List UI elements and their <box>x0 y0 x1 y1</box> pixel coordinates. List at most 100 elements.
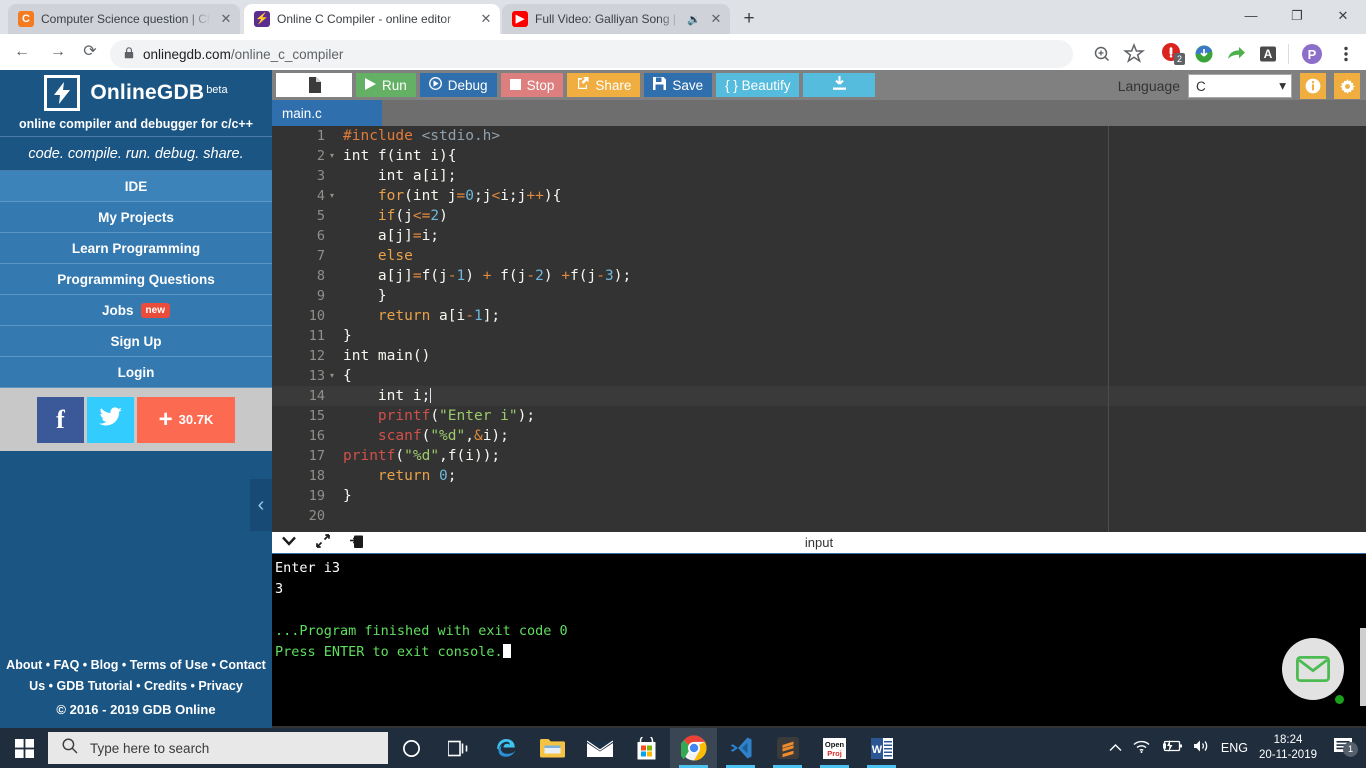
vscode-icon[interactable] <box>717 728 764 768</box>
share-button[interactable]: Share <box>567 73 641 97</box>
settings-button[interactable] <box>1334 73 1360 99</box>
browser-tab[interactable]: ▶ Full Video: Galliyan Song | Ek 🔉 ✕ <box>502 4 730 34</box>
zoom-icon[interactable] <box>1088 40 1116 68</box>
sidebar-item-sign-up[interactable]: Sign Up <box>0 326 272 357</box>
clock[interactable]: 18:24 20-11-2019 <box>1259 733 1317 763</box>
sublime-text-icon[interactable] <box>764 728 811 768</box>
search-placeholder: Type here to search <box>90 740 210 756</box>
code-lines: 1 #include <stdio.h> 2 ▾ int f(int i){3 int … <box>272 126 1366 526</box>
line-number: 2 <box>316 148 325 164</box>
chrome-icon[interactable] <box>670 728 717 768</box>
code-text: return 0; <box>377 468 457 484</box>
notification-center-button[interactable]: 1 <box>1328 737 1358 759</box>
address-bar[interactable]: onlinegdb.com/online_c_compiler <box>110 40 1073 68</box>
code-text: a[j]=i; <box>343 228 440 244</box>
line-number: 10 <box>308 308 325 324</box>
file-tab-main-c[interactable]: main.c <box>272 100 382 126</box>
browser-tab[interactable]: C Computer Science question | Che ✕ <box>8 4 240 34</box>
code-fold-toggle[interactable]: ▾ <box>330 186 340 206</box>
sidebar-item-jobs[interactable]: Jobs new <box>0 295 272 326</box>
sidebar-item-learn-programming[interactable]: Learn Programming <box>0 233 272 264</box>
file-explorer-icon[interactable] <box>529 728 576 768</box>
adblock-icon[interactable]: 2 <box>1158 40 1186 68</box>
microsoft-store-icon[interactable] <box>623 728 670 768</box>
cortana-icon[interactable] <box>388 728 435 768</box>
wifi-icon[interactable] <box>1133 739 1150 758</box>
beautify-button[interactable]: { } Beautify <box>716 73 800 97</box>
taskbar-search-input[interactable]: Type here to search <box>48 732 388 764</box>
new-file-button[interactable] <box>276 73 352 97</box>
language-indicator[interactable]: ENG <box>1221 741 1248 755</box>
file-tab-label: main.c <box>282 105 322 121</box>
google-plus-share-button[interactable]: + 30.7K <box>137 396 235 443</box>
share-icon[interactable] <box>1222 40 1250 68</box>
sidebar-item-my-projects[interactable]: My Projects <box>0 202 272 233</box>
download-button[interactable] <box>803 73 876 97</box>
chat-envelope-icon[interactable] <box>1282 638 1344 700</box>
line-number: 20 <box>308 508 325 524</box>
tab-close-icon[interactable]: ✕ <box>218 11 234 27</box>
profile-avatar[interactable]: P <box>1298 40 1326 68</box>
notification-count-badge: 1 <box>1343 742 1358 757</box>
clock-date: 20-11-2019 <box>1259 749 1317 761</box>
console-output[interactable]: Enter i3 3 ...Program finished with exit … <box>272 554 1366 726</box>
show-hidden-icons-button[interactable] <box>1109 741 1122 755</box>
code-fold-toggle[interactable]: ▾ <box>330 146 340 166</box>
chrome-menu-icon[interactable] <box>1332 40 1360 68</box>
code-line: 2 ▾ int f(int i){ <box>272 146 1366 166</box>
console-label: input <box>804 535 834 550</box>
url-path: /online_c_compiler <box>230 46 344 62</box>
back-icon[interactable]: ← <box>10 40 34 64</box>
code-line: 11} <box>272 326 1366 346</box>
code-text: printf("%d",f(i)); <box>343 448 501 464</box>
footer-links-line-1[interactable]: About • FAQ • Blog • Terms of Use • Cont… <box>0 655 272 676</box>
start-button[interactable] <box>0 728 48 768</box>
new-tab-button[interactable]: + <box>738 9 760 31</box>
code-fold-toggle[interactable]: ▾ <box>330 366 340 386</box>
sidebar-item-programming-questions[interactable]: Programming Questions <box>0 264 272 295</box>
clock-time: 18:24 <box>1273 734 1303 746</box>
chat-online-badge <box>1333 693 1346 706</box>
windows-logo-icon <box>14 738 34 758</box>
browser-tab[interactable]: ⚡ Online C Compiler - online editor ✕ <box>244 4 500 34</box>
page-scrollbar-thumb[interactable] <box>1360 628 1366 706</box>
footer-links-line-2[interactable]: Us • GDB Tutorial • Credits • Privacy <box>0 676 272 697</box>
browser-tab-title: Computer Science question | Che <box>41 12 211 26</box>
forward-icon[interactable]: → <box>46 40 70 64</box>
sidebar-collapse-button[interactable]: ‹ <box>250 479 272 531</box>
edge-icon[interactable] <box>482 728 529 768</box>
save-button[interactable]: Save <box>644 73 713 97</box>
twitter-share-button[interactable] <box>87 396 134 443</box>
task-view-icon[interactable] <box>435 728 482 768</box>
word-icon[interactable]: W <box>858 728 905 768</box>
facebook-share-button[interactable]: f <box>37 396 84 443</box>
code-line: 6 a[j]=i; <box>272 226 1366 246</box>
stop-button[interactable]: Stop <box>500 73 564 97</box>
openproj-icon[interactable]: Open Proj <box>811 728 858 768</box>
reload-icon[interactable]: ⟳ <box>78 40 102 64</box>
share-count: 30.7K <box>178 412 214 427</box>
mail-icon[interactable] <box>576 728 623 768</box>
tab-close-icon[interactable]: ✕ <box>708 11 724 27</box>
code-editor[interactable]: 1 #include <stdio.h> 2 ▾ int f(int i){3 int … <box>272 126 1366 532</box>
line-number: 11 <box>308 328 325 344</box>
download-manager-icon[interactable] <box>1190 40 1218 68</box>
window-restore-button[interactable]: ❐ <box>1274 0 1320 32</box>
debug-button[interactable]: Debug <box>419 73 497 97</box>
download-icon <box>832 76 847 94</box>
run-button[interactable]: Run <box>356 73 416 97</box>
bookmark-star-icon[interactable] <box>1120 40 1148 68</box>
window-close-button[interactable]: ✕ <box>1320 0 1366 32</box>
onlinegdb-logo-icon <box>44 75 81 111</box>
info-button[interactable] <box>1300 73 1326 99</box>
window-minimize-button[interactable]: — <box>1228 0 1274 32</box>
grammarly-icon[interactable]: A <box>1254 40 1282 68</box>
volume-icon[interactable] <box>1193 739 1210 758</box>
sidebar-item-login[interactable]: Login <box>0 357 272 388</box>
battery-charging-icon[interactable] <box>1161 739 1182 757</box>
tab-audio-icon[interactable]: 🔉 <box>687 13 701 26</box>
language-select[interactable]: C ▾ <box>1188 74 1292 98</box>
sidebar-item-ide[interactable]: IDE <box>0 171 272 202</box>
tab-close-icon[interactable]: ✕ <box>478 11 494 27</box>
